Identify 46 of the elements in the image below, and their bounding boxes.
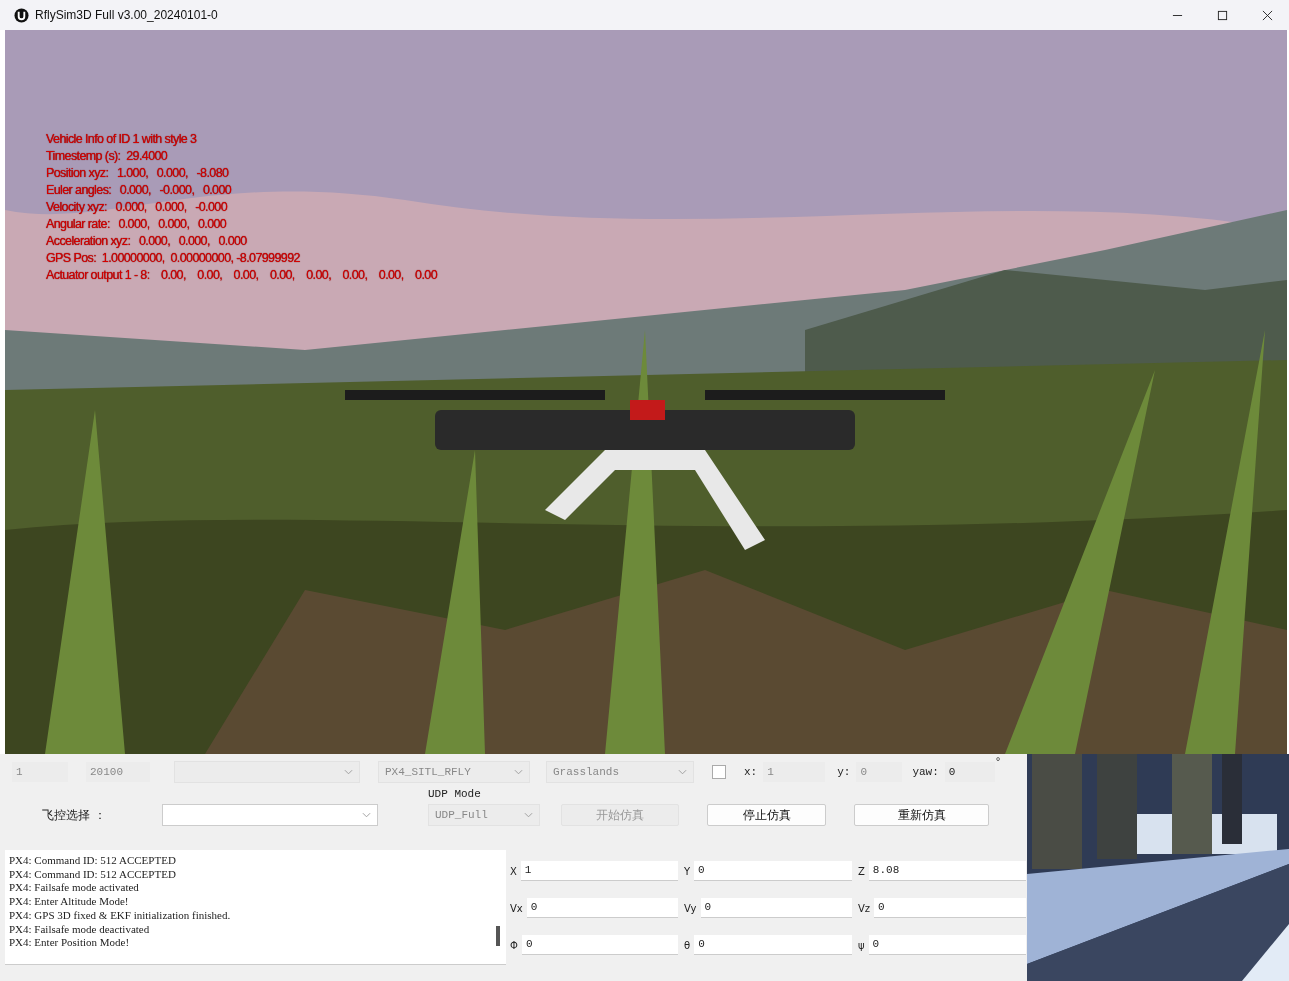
chevron-icon bbox=[362, 812, 371, 818]
controller-label: 飞控选择 ： bbox=[42, 807, 107, 824]
app-logo-icon bbox=[14, 7, 29, 23]
udp-mode-label: UDP Mode bbox=[428, 788, 482, 800]
state-field[interactable]: 0 bbox=[521, 935, 678, 955]
state-field[interactable]: 8.08 bbox=[868, 861, 1026, 881]
window-title: RflySim3D Full v3.00_20240101-0 bbox=[35, 8, 219, 22]
degree-unit: ° bbox=[994, 756, 1002, 768]
checkbox[interactable] bbox=[712, 765, 726, 779]
simulation-button[interactable]: 重新仿真 bbox=[854, 804, 989, 826]
field-label: X bbox=[510, 865, 517, 877]
controller-dropdown[interactable] bbox=[162, 804, 378, 826]
chevron-icon bbox=[514, 769, 523, 775]
state-field[interactable]: 0 bbox=[694, 861, 852, 881]
scrollbar-thumb[interactable] bbox=[496, 926, 500, 946]
field-label: θ bbox=[684, 939, 691, 951]
log-line: PX4: Failsafe mode activated bbox=[9, 881, 140, 896]
simulation-button[interactable]: 停止仿真 bbox=[707, 804, 826, 826]
log-line: PX4: Enter Position Mode! bbox=[9, 936, 131, 950]
field-label: Vz bbox=[858, 902, 871, 914]
chevron-icon bbox=[524, 812, 533, 818]
maximize-icon[interactable] bbox=[1217, 9, 1228, 21]
field-label: Vy bbox=[684, 902, 697, 914]
field-label: Y bbox=[684, 865, 691, 877]
x-label: x: bbox=[744, 766, 758, 778]
state-field[interactable]: 1 bbox=[520, 861, 678, 881]
state-field[interactable]: 0 bbox=[868, 935, 1026, 955]
chevron-icon bbox=[344, 769, 353, 775]
state-field[interactable]: 0 bbox=[694, 935, 852, 955]
log-line: PX4: GPS 3D fixed & EKF initialization finished. bbox=[9, 908, 232, 923]
field-label: Z bbox=[858, 865, 865, 877]
chevron-icon bbox=[678, 769, 687, 775]
state-field[interactable]: 0 bbox=[526, 898, 678, 918]
field-label: ψ bbox=[858, 939, 865, 951]
state-field[interactable]: 0 bbox=[874, 898, 1026, 918]
y-label: y: bbox=[837, 766, 851, 778]
field-label: Φ bbox=[510, 939, 518, 951]
state-field[interactable]: 0 bbox=[700, 898, 852, 918]
log-line: PX4: Failsafe mode deactivated bbox=[9, 922, 151, 937]
log-line: PX4: Command ID: 512 ACCEPTED bbox=[9, 867, 177, 882]
yaw-field[interactable]: 0 bbox=[944, 762, 995, 782]
field-label: Vx bbox=[510, 902, 523, 914]
log-line: PX4: Command ID: 512 ACCEPTED bbox=[9, 854, 177, 868]
yaw-label: yaw: bbox=[912, 766, 939, 778]
close-icon[interactable] bbox=[1262, 9, 1273, 21]
log-line: PX4: Enter Altitude Mode! bbox=[9, 895, 130, 909]
